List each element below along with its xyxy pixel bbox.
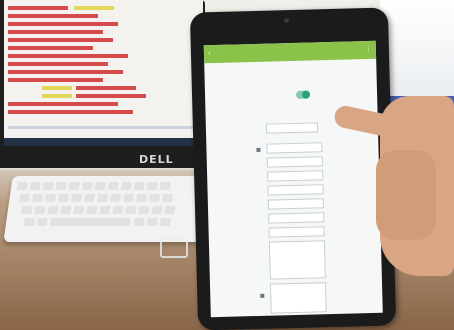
camera-icon (284, 18, 290, 24)
setting-toggle[interactable] (295, 90, 311, 99)
form-field[interactable] (267, 184, 324, 196)
monitor-screen-spreadsheet (4, 0, 203, 138)
window-light (380, 0, 454, 110)
form-field-top[interactable] (265, 122, 319, 134)
form-field[interactable] (266, 142, 323, 154)
keyboard (3, 176, 218, 242)
tablet-device: ‹ ⋮ (189, 7, 397, 330)
form-field[interactable] (267, 170, 324, 182)
back-icon[interactable]: ‹ (208, 49, 211, 57)
toggle-knob (301, 90, 311, 99)
form-field[interactable] (268, 212, 325, 224)
menu-icon[interactable]: ⋮ (365, 45, 372, 53)
form-field[interactable] (268, 226, 325, 238)
field-marker (260, 293, 265, 298)
photo-scene: DELL ‹ ⋮ (0, 0, 454, 330)
plastic-clip (160, 238, 188, 258)
form-field[interactable] (267, 198, 325, 210)
monitor-logo: DELL (139, 153, 174, 166)
field-marker (256, 147, 261, 152)
tablet-screen: ‹ ⋮ (203, 40, 383, 318)
form-field[interactable] (266, 156, 323, 168)
text-area[interactable] (269, 282, 327, 314)
monitor-taskbar (4, 138, 203, 146)
text-area[interactable] (268, 240, 326, 280)
app-bar: ‹ ⋮ (203, 40, 377, 64)
hand-fingers (376, 150, 436, 240)
desktop-monitor: DELL (0, 0, 205, 168)
